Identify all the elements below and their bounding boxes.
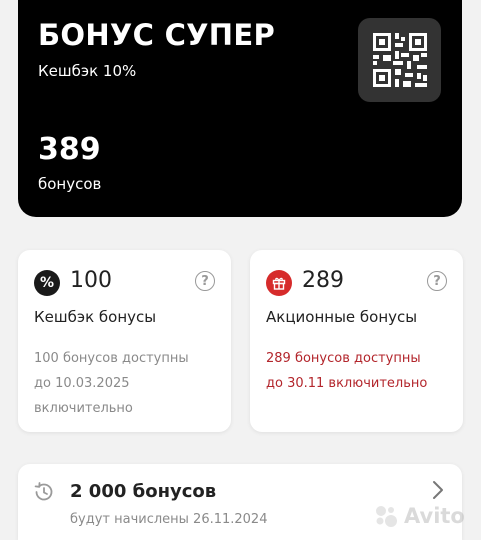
chevron-right-icon[interactable] xyxy=(432,480,444,500)
cashback-rate: Кешбэк 10% xyxy=(38,62,137,80)
note-line: включительно xyxy=(34,401,133,416)
bonus-card: БОНУС СУПЕР Кешбэк 10% 389 бонусов xyxy=(18,0,462,217)
cashback-expiry-note: 100 бонусов доступны до 10.03.2025 включ… xyxy=(34,346,224,421)
bonus-total: 389 xyxy=(38,132,101,167)
promo-expiry-note: 289 бонусов доступны до 30.11 включитель… xyxy=(266,346,456,396)
percent-icon: % xyxy=(34,270,60,296)
note-line: 100 бонусов доступны xyxy=(34,351,189,366)
help-icon[interactable]: ? xyxy=(427,271,447,291)
promo-amount: 289 xyxy=(302,268,344,293)
clock-history-icon xyxy=(34,482,53,501)
cashback-bonus-tile[interactable]: % 100 ? Кешбэк бонусы 100 бонусов доступ… xyxy=(18,250,231,432)
note-line: до 10.03.2025 xyxy=(34,376,130,391)
note-line: до 30.11 включительно xyxy=(266,376,428,391)
qr-code-icon xyxy=(372,33,427,87)
accrual-amount: 2 000 бонусов xyxy=(70,481,217,502)
promo-bonus-tile[interactable]: 289 ? Акционные бонусы 289 бонусов досту… xyxy=(250,250,463,432)
avito-watermark: Avito xyxy=(372,502,465,530)
note-line: 289 бонусов доступны xyxy=(266,351,421,366)
accrual-date: будут начислены 26.11.2024 xyxy=(70,512,268,527)
help-icon[interactable]: ? xyxy=(195,271,215,291)
avito-logo xyxy=(376,506,397,527)
cashback-amount: 100 xyxy=(70,268,112,293)
gift-icon xyxy=(266,270,292,296)
card-title: БОНУС СУПЕР xyxy=(38,18,276,52)
bonus-unit: бонусов xyxy=(38,175,102,193)
watermark-text: Avito xyxy=(404,504,465,528)
promo-label: Акционные бонусы xyxy=(266,308,418,326)
qr-code-button[interactable] xyxy=(358,18,441,102)
cashback-label: Кешбэк бонусы xyxy=(34,308,157,326)
